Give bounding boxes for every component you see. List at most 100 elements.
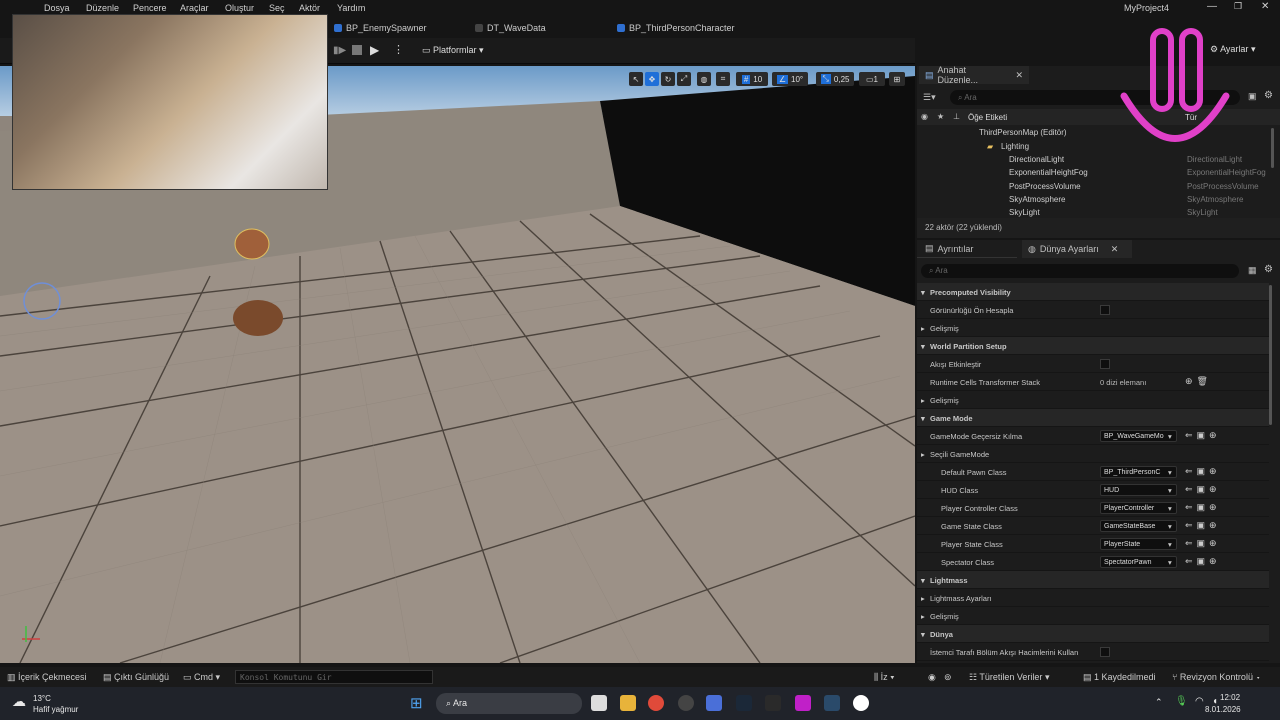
star-icon[interactable]: ★ — [937, 112, 944, 121]
tab-outliner[interactable]: ▤ Anahat Düzenle... ✕ — [919, 65, 1029, 85]
platforms-button[interactable]: ▭ Platformlar ▾ — [422, 45, 484, 56]
translate-icon[interactable]: ✥ — [645, 72, 659, 86]
property-category[interactable]: Dünya ▾ — [917, 625, 1269, 643]
checkbox[interactable] — [1100, 305, 1110, 315]
property-row[interactable]: İstemci Tarafı Bölüm Akışı Hacimlerini K… — [917, 643, 1269, 661]
content-drawer-button[interactable]: ▥ İçerik Çekmecesi — [7, 672, 87, 683]
chevron-down-icon[interactable]: ▾ — [921, 288, 925, 297]
clock-time[interactable]: 12:02 — [1220, 693, 1240, 702]
cmd-button[interactable]: ▭ Cmd ▾ — [183, 672, 220, 683]
property-row[interactable]: Player State Class PlayerState ▾ ⇐▣⊕ — [917, 535, 1269, 553]
play-options-icon[interactable]: ▮▶ — [333, 45, 346, 56]
property-category[interactable]: Lightmass ▾ — [917, 571, 1269, 589]
rotate-icon[interactable]: ↻ — [661, 72, 675, 86]
outliner-scrollbar[interactable] — [1271, 128, 1274, 168]
class-dropdown[interactable]: BP_WaveGameMo — [1100, 430, 1177, 442]
property-row[interactable]: GameMode Geçersiz Kılma BP_WaveGameMo ▾ ⇐▣⊕ — [917, 427, 1269, 445]
derived-data-button[interactable]: ☷ Türetilen Veriler ▾ — [969, 672, 1049, 683]
list-item[interactable]: PostProcessVolume PostProcessVolume — [917, 180, 1280, 193]
console-input[interactable]: Konsol Komutunu Gir — [235, 670, 433, 684]
chevron-right-icon[interactable]: ▸ — [921, 450, 925, 459]
viewport-layout-icon[interactable]: ⊞ — [889, 72, 905, 86]
col-item-label[interactable]: Öğe Etiketi — [968, 113, 1007, 122]
broadcast-icon[interactable]: ⊚ — [944, 672, 952, 683]
menu-actor[interactable]: Aktör — [299, 3, 320, 13]
chevron-down-icon[interactable]: ▾ — [1168, 486, 1172, 495]
steam-icon[interactable] — [824, 695, 840, 711]
tab-bp-enemyspawner[interactable]: BP_EnemySpawner — [334, 20, 427, 36]
list-item[interactable]: SkyLight SkyLight — [917, 206, 1280, 217]
record-icon[interactable]: ◉ — [928, 672, 936, 683]
task-view-icon[interactable] — [591, 695, 607, 711]
steam-icon[interactable] — [736, 695, 752, 711]
property-row[interactable]: Gelişmiş ▸ — [917, 391, 1269, 409]
property-row[interactable]: Seçili GameMode ▸ — [917, 445, 1269, 463]
app-icon[interactable] — [678, 695, 694, 711]
tab-dt-wavedata[interactable]: DT_WaveData — [475, 20, 546, 36]
filter-icon[interactable]: ☰▾ — [923, 92, 936, 103]
property-row[interactable]: HUD Class HUD ▾ ⇐▣⊕ — [917, 481, 1269, 499]
property-row[interactable]: Lightmass Ayarları ▸ — [917, 589, 1269, 607]
unsaved-button[interactable]: ▤ 1 Kaydedilmedi — [1083, 672, 1156, 683]
store-icon[interactable] — [706, 695, 722, 711]
close-icon[interactable]: ✕ — [1261, 1, 1269, 12]
close-tab-icon[interactable]: ✕ — [1111, 244, 1119, 255]
asset-actions-icon[interactable]: ⇐▣⊕ — [1185, 502, 1221, 513]
stop-icon[interactable] — [352, 45, 362, 55]
gear-icon[interactable]: ⚙ — [1264, 90, 1273, 101]
chevron-down-icon[interactable]: ▾ — [1168, 432, 1172, 441]
asset-actions-icon[interactable]: ⇐▣⊕ — [1185, 538, 1221, 549]
property-row[interactable]: Game State Class GameStateBase ▾ ⇐▣⊕ — [917, 517, 1269, 535]
chevron-right-icon[interactable]: ▸ — [921, 396, 925, 405]
output-log-button[interactable]: ▤ Çıktı Günlüğü — [103, 672, 169, 683]
chevron-right-icon[interactable]: ▸ — [921, 324, 925, 333]
menu-tools[interactable]: Araçlar — [180, 3, 209, 13]
maximize-icon[interactable]: ❐ — [1234, 1, 1242, 12]
checkbox[interactable] — [1100, 359, 1110, 369]
property-row[interactable]: Gelişmiş ▸ — [917, 607, 1269, 625]
menu-select[interactable]: Seç — [269, 3, 285, 13]
scale-snap-button[interactable]: ⤡ 0,25 — [816, 72, 854, 86]
epic-games-icon[interactable] — [765, 695, 781, 711]
weather-icon[interactable]: ☁ — [12, 693, 26, 710]
asset-actions-icon[interactable]: ⇐▣⊕ — [1185, 484, 1221, 495]
property-row[interactable]: Gelişmiş ▸ — [917, 319, 1269, 337]
array-actions-icon[interactable]: ⊕🗑 — [1185, 376, 1212, 387]
asset-actions-icon[interactable]: ⇐▣⊕ — [1185, 430, 1221, 441]
unreal-engine-icon[interactable] — [853, 695, 869, 711]
mic-icon[interactable]: 🎙 — [1175, 696, 1188, 707]
property-row[interactable]: Spectator Class SpectatorPawn ▾ ⇐▣⊕ — [917, 553, 1269, 571]
property-row[interactable]: Görünürlüğü Ön Hesapla — [917, 301, 1269, 319]
revision-control-button[interactable]: ⑂ Revizyon Kontrolü ▾ — [1172, 672, 1261, 682]
grid-snap-button[interactable]: #10 — [736, 72, 768, 86]
close-tab-icon[interactable]: ✕ — [1015, 70, 1023, 81]
checkbox[interactable] — [1100, 647, 1110, 657]
camera-speed-button[interactable]: ▭ 1 — [859, 72, 885, 86]
eye-icon[interactable]: ◉ — [921, 112, 928, 121]
app-icon[interactable] — [795, 695, 811, 711]
property-row[interactable]: Default Pawn Class BP_ThirdPersonC ▾ ⇐▣⊕ — [917, 463, 1269, 481]
tab-bp-thirdpersoncharacter[interactable]: BP_ThirdPersonCharacter — [617, 20, 735, 36]
file-explorer-icon[interactable] — [620, 695, 636, 711]
class-dropdown[interactable]: GameStateBase — [1100, 520, 1177, 532]
play-icon[interactable]: ▶ — [370, 43, 379, 57]
windows-start-icon[interactable]: ⊞ — [410, 694, 423, 712]
pin-icon[interactable]: ⊥ — [953, 112, 960, 121]
gear-icon[interactable]: ⚙ — [1264, 264, 1273, 275]
table-view-icon[interactable]: ▦ — [1248, 265, 1257, 276]
property-row[interactable]: Akışı Etkinleştir — [917, 355, 1269, 373]
rotation-snap-button[interactable]: ∠ 10° — [772, 72, 808, 86]
surface-snap-icon[interactable]: ⌗ — [716, 72, 730, 86]
class-dropdown[interactable]: SpectatorPawn — [1100, 556, 1177, 568]
chevron-down-icon[interactable]: ▾ — [1168, 468, 1172, 477]
menu-edit[interactable]: Düzenle — [86, 3, 119, 13]
list-item[interactable]: SkyAtmosphere SkyAtmosphere — [917, 193, 1280, 206]
menu-window[interactable]: Pencere — [133, 3, 167, 13]
class-dropdown[interactable]: PlayerController — [1100, 502, 1177, 514]
property-row[interactable]: Player Controller Class PlayerController ▾… — [917, 499, 1269, 517]
menu-file[interactable]: Dosya — [44, 3, 70, 13]
list-item[interactable]: ExponentialHeightFog ExponentialHeightFog — [917, 166, 1280, 179]
chevron-down-icon[interactable]: ▾ — [1168, 540, 1172, 549]
world-space-icon[interactable]: ◍ — [697, 72, 711, 86]
asset-actions-icon[interactable]: ⇐▣⊕ — [1185, 466, 1221, 477]
